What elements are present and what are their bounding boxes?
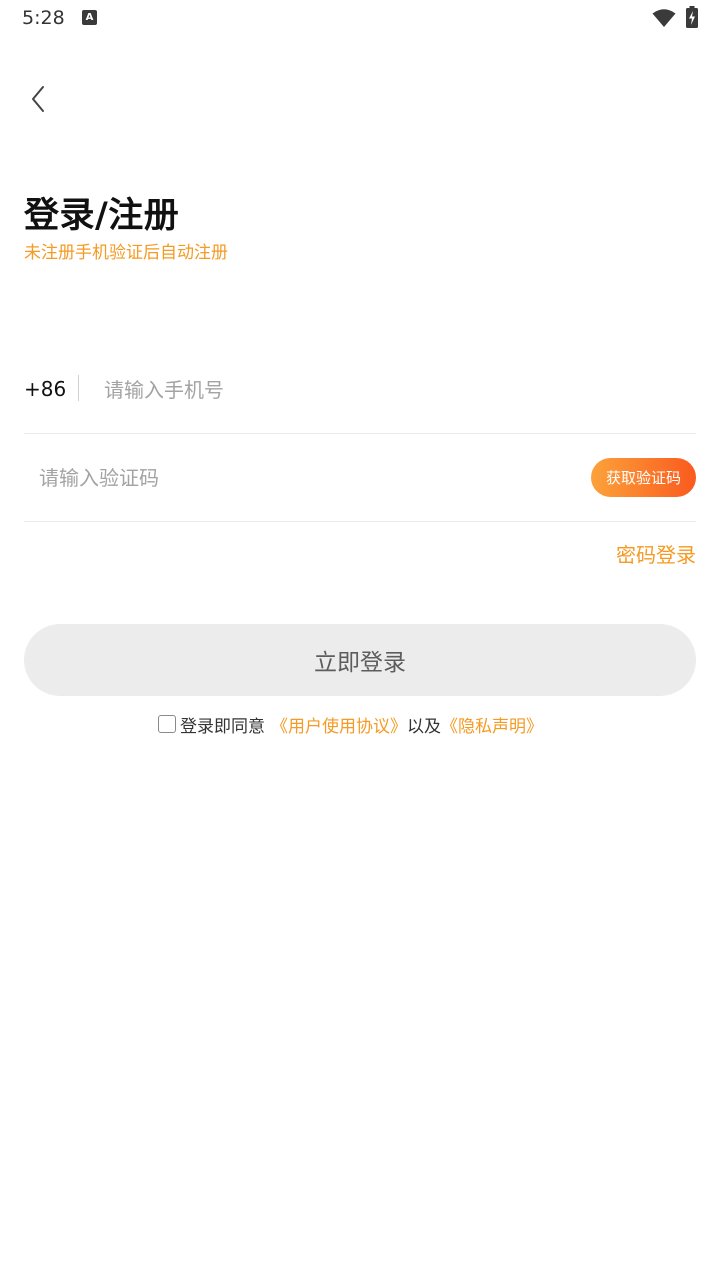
privacy-statement-link[interactable]: 《隐私声明》 (441, 712, 543, 737)
a-notification-icon: A (82, 10, 97, 25)
status-time: 5:28 (22, 7, 65, 29)
back-button[interactable] (22, 82, 54, 116)
verification-field-row: 获取验证码 (24, 434, 696, 522)
password-login-link[interactable]: 密码登录 (616, 539, 696, 568)
get-code-button[interactable]: 获取验证码 (591, 458, 696, 497)
verification-code-input[interactable] (39, 458, 469, 498)
wifi-icon (652, 9, 676, 27)
page-subtitle: 未注册手机验证后自动注册 (24, 243, 228, 263)
user-agreement-link[interactable]: 《用户使用协议》 (271, 712, 407, 737)
battery-charging-icon (686, 6, 698, 28)
country-code[interactable]: +86 (24, 377, 66, 401)
phone-field-row: +86 (24, 358, 696, 434)
chevron-left-icon (32, 86, 44, 112)
agreement-connector: 以及 (407, 716, 441, 737)
status-bar: 5:28 A (0, 0, 720, 38)
agreement-prefix: 登录即同意 (180, 716, 265, 737)
login-button[interactable]: 立即登录 (24, 624, 696, 696)
country-code-divider (78, 375, 79, 401)
page-title: 登录/注册 (24, 196, 180, 236)
phone-input[interactable] (104, 370, 664, 410)
agreement-row: 登录即同意 《用户使用协议》 以及 《隐私声明》 (158, 712, 543, 737)
agreement-checkbox[interactable] (158, 715, 176, 733)
